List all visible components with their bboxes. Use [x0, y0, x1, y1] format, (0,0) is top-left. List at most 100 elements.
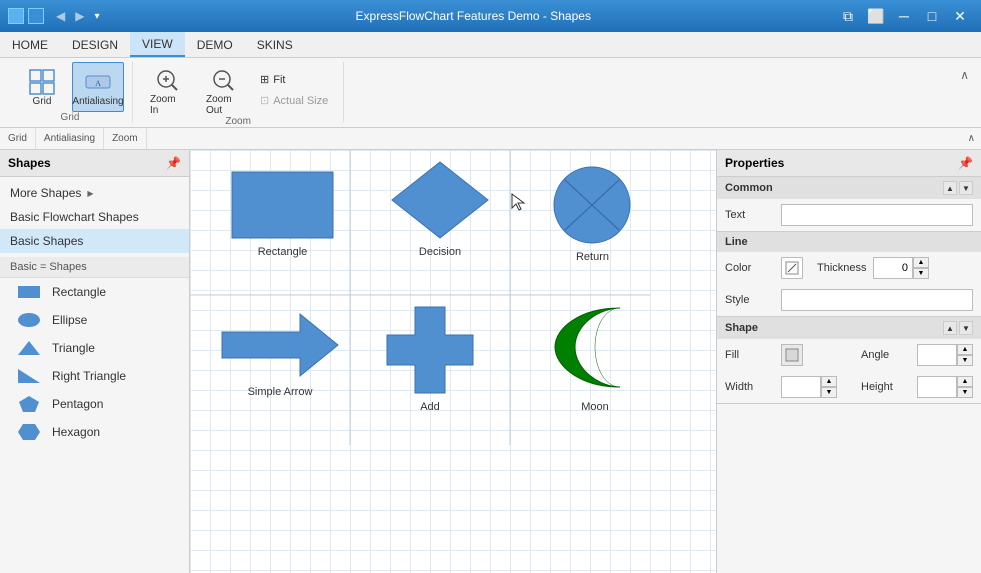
common-section-scroll: ▲ ▼: [943, 181, 973, 195]
zoom-in-button[interactable]: Zoom In: [141, 66, 193, 116]
actual-size-icon: ⊡: [260, 94, 269, 107]
common-scroll-up[interactable]: ▲: [943, 181, 957, 195]
angle-down-button[interactable]: ▼: [957, 355, 973, 366]
minimize-button[interactable]: ─: [891, 4, 917, 28]
fit-button[interactable]: ⊞ Fit: [253, 70, 335, 89]
moon-canvas-label: Moon: [581, 401, 609, 413]
decision-canvas-item[interactable]: Decision: [390, 160, 490, 258]
zoom-in-icon: [153, 66, 181, 94]
style-label: Style: [725, 294, 775, 306]
angle-up-button[interactable]: ▲: [957, 344, 973, 355]
height-label: Height: [861, 381, 911, 393]
add-canvas-item[interactable]: Add: [385, 305, 475, 413]
menu-view[interactable]: VIEW: [130, 32, 185, 57]
ribbon-group-grid: Grid A Antialiasing Grid: [8, 62, 133, 122]
actual-size-button[interactable]: ⊡ Actual Size: [253, 91, 335, 110]
shape-scroll-up[interactable]: ▲: [943, 321, 957, 335]
height-input[interactable]: [917, 376, 957, 398]
menu-home[interactable]: HOME: [0, 32, 60, 57]
sidebar-item-basic-flowchart[interactable]: Basic Flowchart Shapes: [0, 205, 189, 229]
moon-canvas-item[interactable]: Moon: [550, 300, 640, 413]
thickness-spin: ▲ ▼: [873, 257, 929, 279]
canvas-area[interactable]: Rectangle Decision Return: [190, 150, 716, 573]
shape-section: Shape ▲ ▼ Fill Angle ▲ ▼: [717, 317, 981, 404]
antialiasing-button[interactable]: A Antialiasing: [72, 62, 124, 112]
menu-design[interactable]: DESIGN: [60, 32, 130, 57]
sidebar-shape-triangle[interactable]: Triangle: [0, 334, 189, 362]
color-picker-button[interactable]: [781, 257, 803, 279]
window-controls: ⧉ ⬜ ─ □ ✕: [835, 4, 973, 28]
ribbon: Grid A Antialiasing Grid: [0, 58, 981, 128]
text-input[interactable]: [781, 204, 973, 226]
simple-arrow-canvas-item[interactable]: Simple Arrow: [220, 310, 340, 398]
menu-demo[interactable]: DEMO: [185, 32, 245, 57]
properties-panel: Properties 📌 Common ▲ ▼ Text Line: [716, 150, 981, 573]
thickness-input[interactable]: [873, 257, 913, 279]
style-row: Style: [717, 284, 981, 316]
right-triangle-label: Right Triangle: [52, 369, 126, 383]
height-down-button[interactable]: ▼: [957, 387, 973, 398]
app-icon-2: [28, 8, 44, 24]
basic-shapes-section-label: Basic = Shapes: [0, 257, 189, 278]
sidebar-item-more-shapes[interactable]: More Shapes ▶: [0, 181, 189, 205]
sidebar-shape-pentagon[interactable]: Pentagon: [0, 390, 189, 418]
ribbon-collapse-button[interactable]: ∧: [956, 66, 973, 84]
hexagon-sidebar-icon: [16, 422, 42, 442]
ribbon-group-zoom: Zoom In Zoom Out ⊞ Fit: [133, 62, 344, 122]
sidebar-shape-hexagon[interactable]: Hexagon: [0, 418, 189, 446]
shape-section-header: Shape ▲ ▼: [717, 317, 981, 339]
restore-button[interactable]: ⧉: [835, 4, 861, 28]
sidebar-shape-right-triangle[interactable]: Right Triangle: [0, 362, 189, 390]
dropdown-button[interactable]: ▾: [90, 7, 103, 25]
app-icons: [8, 8, 44, 24]
shape-section-scroll: ▲ ▼: [943, 321, 973, 335]
sidebar-item-basic-shapes[interactable]: Basic Shapes: [0, 229, 189, 253]
thickness-down-button[interactable]: ▼: [913, 268, 929, 279]
maximize-button[interactable]: □: [919, 4, 945, 28]
angle-input[interactable]: [917, 344, 957, 366]
sidebar-pin-icon[interactable]: 📌: [166, 156, 181, 170]
height-up-button[interactable]: ▲: [957, 376, 973, 387]
cursor-indicator: [510, 192, 530, 212]
sidebar-shape-ellipse[interactable]: Ellipse: [0, 306, 189, 334]
more-shapes-arrow-icon: ▶: [87, 189, 93, 198]
fill-button[interactable]: [781, 344, 803, 366]
fit-label: Fit: [273, 74, 285, 86]
color-label: Color: [725, 262, 775, 274]
ribbon-label-zoom: Zoom: [104, 128, 147, 149]
ribbon-label-collapse[interactable]: ∧: [962, 133, 981, 144]
fit-icon: ⊞: [260, 73, 269, 86]
close-button[interactable]: ✕: [947, 4, 973, 28]
style-input[interactable]: [781, 289, 973, 311]
grid-button[interactable]: Grid: [16, 62, 68, 112]
forward-button[interactable]: ▶: [71, 7, 88, 25]
common-scroll-down[interactable]: ▼: [959, 181, 973, 195]
rectangle-canvas-item[interactable]: Rectangle: [230, 170, 335, 258]
zoom-out-button[interactable]: Zoom Out: [197, 66, 249, 116]
sidebar-sections: More Shapes ▶ Basic Flowchart Shapes Bas…: [0, 177, 189, 257]
zoom-in-label: Zoom In: [150, 94, 184, 116]
back-button[interactable]: ◀: [52, 7, 69, 25]
properties-header: Properties 📌: [717, 150, 981, 177]
shape-scroll-down[interactable]: ▼: [959, 321, 973, 335]
antialiasing-icon: A: [84, 68, 112, 96]
add-canvas-label: Add: [420, 401, 440, 413]
window-title: ExpressFlowChart Features Demo - Shapes: [112, 9, 836, 23]
zoom-group-label: Zoom: [225, 116, 251, 129]
properties-pin-icon[interactable]: 📌: [958, 156, 973, 170]
menu-skins[interactable]: SKINS: [245, 32, 305, 57]
thickness-up-button[interactable]: ▲: [913, 257, 929, 268]
pentagon-label: Pentagon: [52, 397, 103, 411]
sidebar-shape-rectangle[interactable]: Rectangle: [0, 278, 189, 306]
common-section-label: Common: [725, 182, 773, 194]
sidebar-header: Shapes 📌: [0, 150, 189, 177]
return-canvas-item[interactable]: Return: [550, 165, 635, 263]
width-input[interactable]: [781, 376, 821, 398]
maximize-restore-button[interactable]: ⬜: [863, 4, 889, 28]
menu-bar: HOME DESIGN VIEW DEMO SKINS: [0, 32, 981, 58]
width-up-button[interactable]: ▲: [821, 376, 837, 387]
properties-title: Properties: [725, 156, 784, 170]
width-down-button[interactable]: ▼: [821, 387, 837, 398]
simple-arrow-canvas-label: Simple Arrow: [248, 386, 313, 398]
ribbon-label-grid: Grid: [0, 128, 36, 149]
